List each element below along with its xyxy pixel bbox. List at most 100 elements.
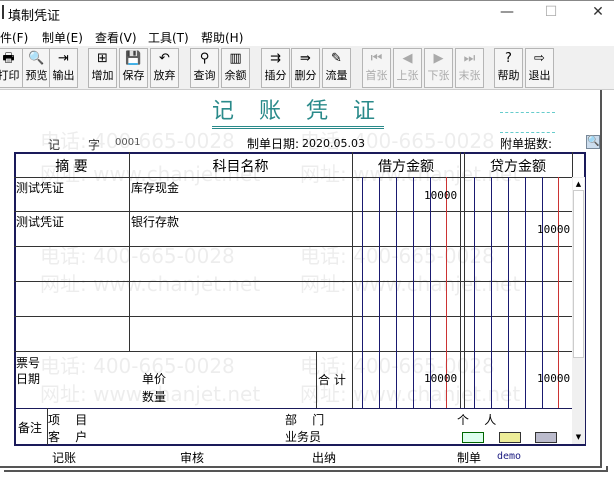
toolbar-button-15[interactable]: ? 帮助 [494,48,523,88]
scroll-up-arrow-icon[interactable]: ▲ [573,178,584,190]
undo-icon: ↶ [159,51,170,66]
toolbar-label: 放弃 [153,69,176,82]
help-icon: ? [505,51,512,66]
date-label: 制单日期: [247,137,300,151]
toolbar-label: 首张 [365,69,388,82]
toolbar-label: 增加 [91,69,114,82]
grid-line [14,246,572,247]
customer-label[interactable]: 客 户 [48,428,87,445]
divider [500,112,555,113]
grid-line [396,177,397,408]
toolbar-label: 输出 [52,69,75,82]
menu-voucher[interactable]: 制单(E) [42,29,83,46]
voucher-title: 记 账 凭 证 [212,98,384,129]
toolbar-button-6[interactable]: ⚲ 查询 [190,48,219,88]
preview-icon: 🔍 [28,51,45,66]
toolbar-button-16[interactable]: ⇨ 退出 [525,48,554,88]
header-summary: 摘 要 [55,159,88,175]
add-icon: ⊞ [97,51,108,66]
divider [500,132,555,133]
maker-name: demo [497,451,522,462]
total-credit: 10000 [537,372,571,385]
row-account[interactable]: 银行存款 [131,213,179,230]
row-credit[interactable]: 10000 [537,223,570,236]
row-account[interactable]: 库存现金 [131,179,179,196]
edit-icon: ✎ [331,51,342,66]
print-icon: 🖶 [2,51,15,66]
magnifier-icon[interactable]: 🔍 [586,135,600,149]
card-icon[interactable] [499,432,521,443]
scroll-down-arrow-icon[interactable]: ▼ [573,431,584,443]
price-label: 单价 [142,372,167,386]
toolbar-button-4[interactable]: 💾 保存 [119,48,148,88]
row-debit[interactable]: 10000 [424,189,457,202]
toolbar-button-14[interactable]: ⏭ 末张 [455,48,484,88]
bookkeeper-label: 记账 [52,451,77,465]
toolbar-button-9[interactable]: ⇛ 删分 [291,48,320,88]
toolbar-label: 预览 [25,69,48,82]
date-field[interactable]: 2020.05.03 [302,137,365,150]
toolbar-button-1[interactable]: 🔍 预览 [22,48,51,88]
menu-view[interactable]: 查看(V) [95,29,137,46]
toolbar-label: 退出 [528,69,551,82]
toolbar-button-2[interactable]: ⇥ 输出 [49,48,78,88]
maker-label: 制单 [457,451,482,465]
cashier-label: 出纳 [312,451,337,465]
salesman-label[interactable]: 业务员 [285,428,321,445]
toolbar-button-11[interactable]: ⏮ 首张 [362,48,391,88]
toolbar-button-13[interactable]: ▶ 下张 [424,48,453,88]
department-label[interactable]: 部 门 [285,411,324,428]
toolbar-label: 查询 [193,69,216,82]
window-title: 填制凭证 [8,9,61,24]
row-summary[interactable]: 测试凭证 [16,179,64,196]
toolbar-button-10[interactable]: ✎ 流量 [322,48,351,88]
toolbar-button-0[interactable]: 🖶 打印 [0,48,23,88]
voucher-number[interactable]: 0001 [115,137,140,148]
tool-icon[interactable] [535,432,557,443]
list-icon[interactable] [462,432,484,443]
save-icon: 💾 [125,51,142,66]
toolbar-label: 打印 [0,69,20,82]
auditor-label: 审核 [180,451,205,465]
document-frame [4,466,608,472]
menu-tools[interactable]: 工具(T) [148,29,189,46]
person-label[interactable]: 个 人 [457,411,496,428]
close-button[interactable]: ✕ [588,4,608,20]
toolbar-label: 流量 [325,69,348,82]
toolbar-label: 末张 [458,69,481,82]
insert-row-icon: ⇉ [270,51,281,66]
grid-line [316,351,317,408]
toolbar-button-8[interactable]: ⇉ 插分 [261,48,290,88]
toolbar-button-12[interactable]: ◀ 上张 [393,48,422,88]
menu-file[interactable]: 文件(F) [0,29,28,46]
toolbar-button-3[interactable]: ⊞ 增加 [88,48,117,88]
binoculars-icon: ⚲ [199,51,210,66]
header-credit: 贷方金额 [490,159,546,175]
grid-line [379,177,380,408]
title-bar [0,0,614,24]
quantity-label: 数量 [142,390,167,404]
grid-line [352,152,353,408]
last-icon: ⏭ [463,51,476,66]
first-icon: ⏮ [370,51,383,66]
grid-line [14,281,572,282]
menu-help[interactable]: 帮助(H) [201,29,243,46]
chart-icon: ▥ [229,51,242,66]
grid-line [525,177,526,408]
toolbar-label: 上张 [396,69,419,82]
grid-line [413,177,414,408]
toolbar-button-7[interactable]: ▥ 余额 [221,48,250,88]
maximize-button[interactable]: ☐ [541,4,561,20]
attachments-label: 附单据数: [500,137,553,151]
toolbar-button-5[interactable]: ↶ 放弃 [150,48,179,88]
project-label[interactable]: 项 目 [48,411,87,428]
row-summary[interactable]: 测试凭证 [16,213,64,230]
export-icon: ⇥ [58,51,69,66]
scrollbar-thumb[interactable] [573,190,584,358]
ticket-label: 票号 [16,356,41,370]
remarks-label: 备注 [18,421,43,435]
toolbar-label: 下张 [427,69,450,82]
voucher-type[interactable]: 记 [48,136,60,153]
header-debit: 借方金额 [378,159,434,175]
minimize-button[interactable]: — [497,4,517,20]
